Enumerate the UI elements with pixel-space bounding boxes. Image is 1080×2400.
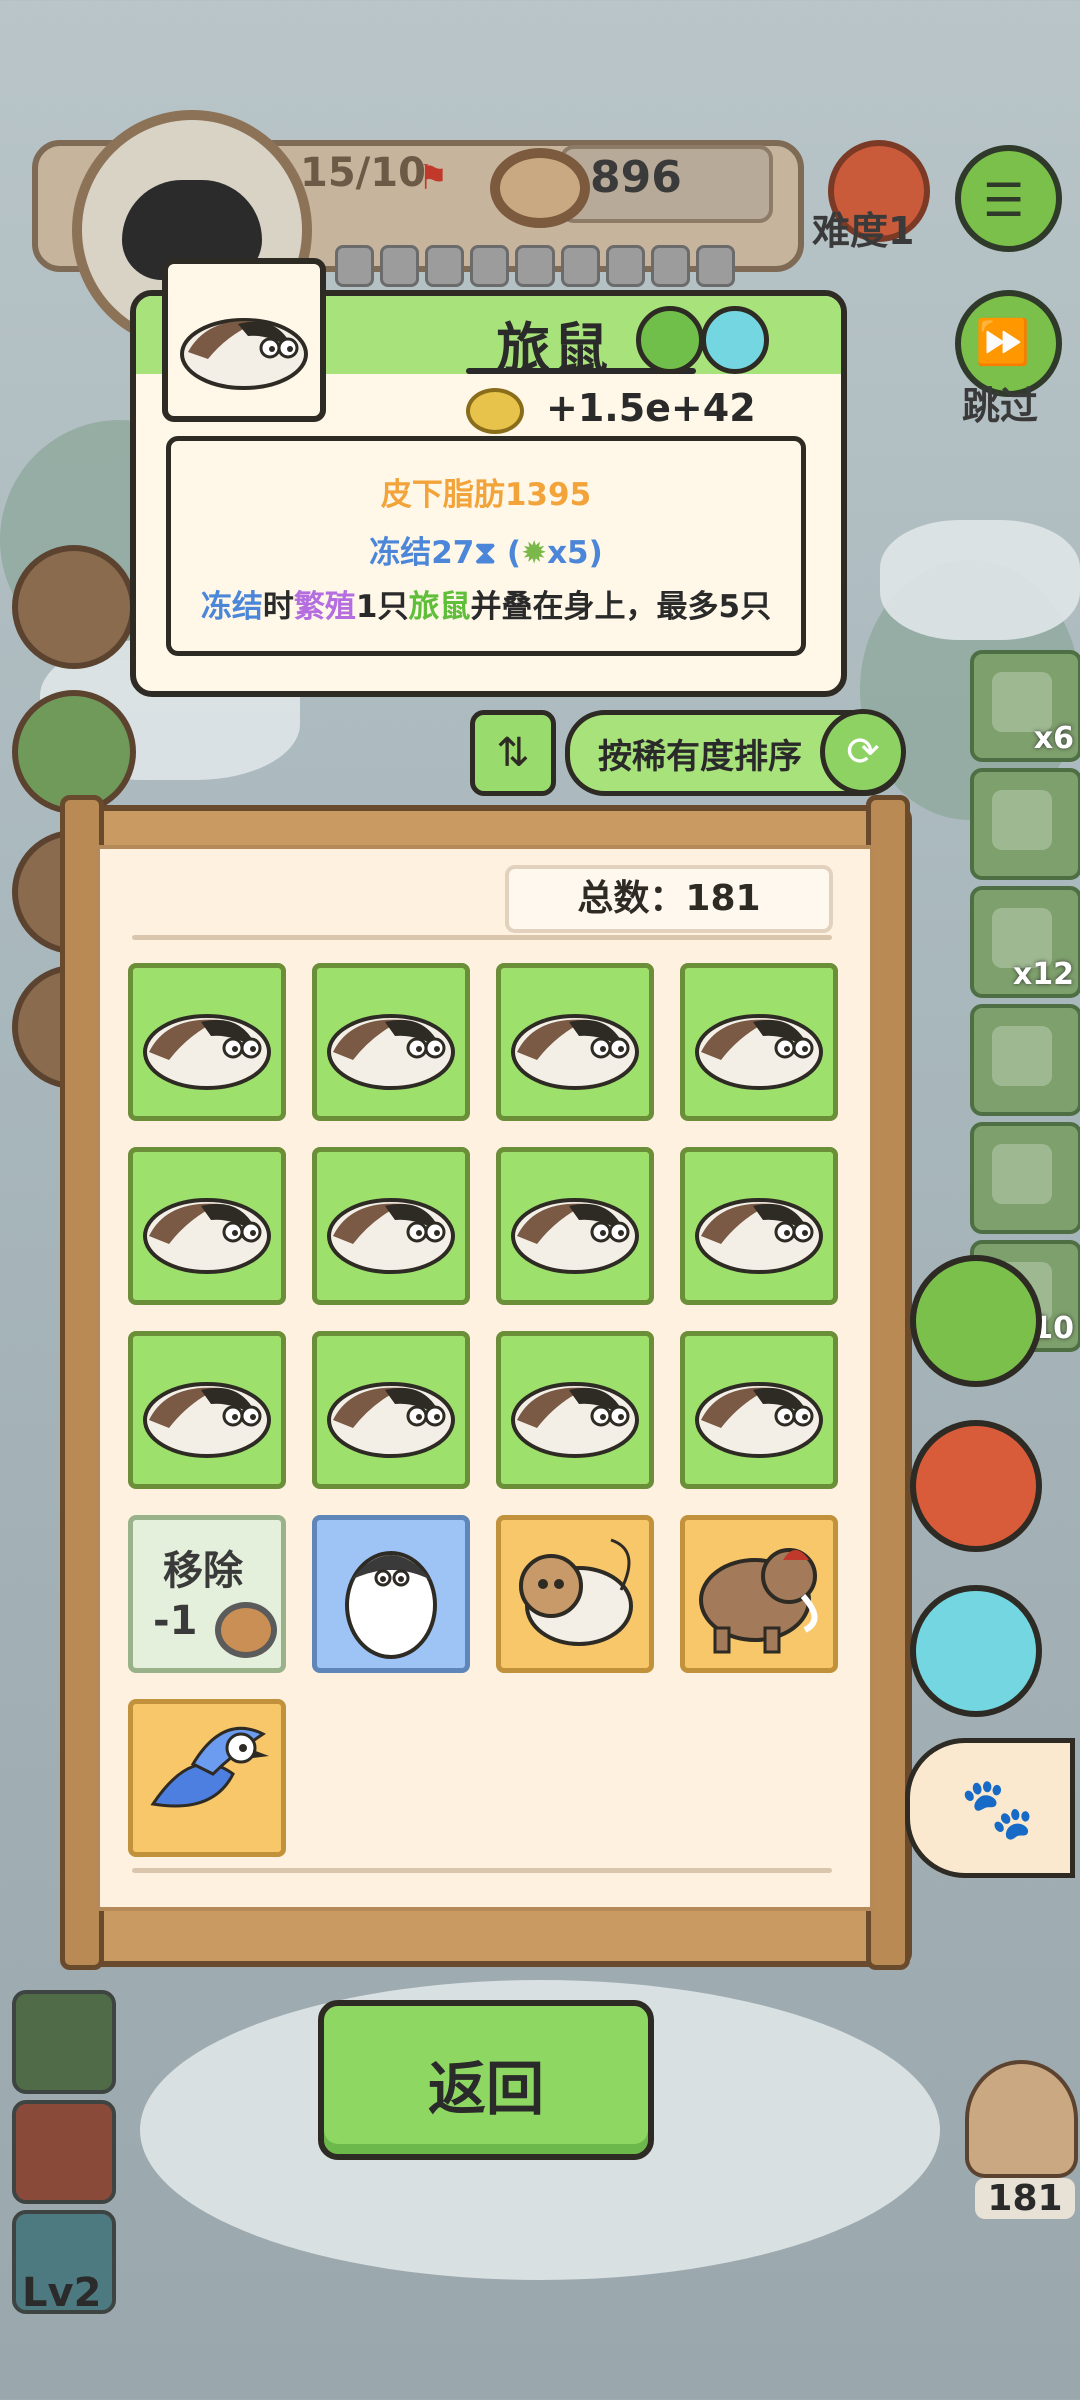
lemming-card[interactable] — [128, 1147, 286, 1305]
progress-bar — [335, 245, 735, 287]
mammoth-card[interactable] — [680, 1515, 838, 1673]
bird-icon — [133, 1726, 281, 1852]
side-item-3[interactable]: x12 — [970, 886, 1080, 998]
desc-line-ability: 冻结时繁殖1只旅鼠并叠在身上，最多5只 — [171, 581, 801, 626]
lemming-card[interactable] — [312, 1147, 470, 1305]
lemming-icon — [317, 1014, 465, 1116]
menu-button[interactable]: ☰ — [955, 145, 1062, 252]
back-label: 返回 — [427, 2055, 544, 2123]
lemming-card[interactable] — [312, 963, 470, 1121]
lemming-icon — [317, 1382, 465, 1484]
animal-grid: 移除 -1 — [128, 963, 848, 1857]
green-filter-bubble[interactable] — [910, 1255, 1042, 1387]
lemming-icon — [685, 1382, 833, 1484]
sort-icon: ⇅ — [496, 730, 530, 776]
green-slot[interactable] — [12, 1990, 116, 2094]
ability-word-when: 时 — [262, 589, 294, 625]
desc-line-freeze: 冻结27⧗ (✹x5) — [171, 527, 801, 572]
ability-word-breed: 繁殖 — [293, 589, 356, 625]
back-button[interactable]: 返回 — [318, 2000, 654, 2160]
lemming-icon — [133, 1198, 281, 1300]
menu-icon: ☰ — [983, 173, 1025, 227]
owl-count: 181 — [975, 2178, 1075, 2219]
paw-icon: 🐾 — [960, 1774, 1035, 1844]
freeze-text: 冻结27⧗ ( — [369, 535, 522, 571]
green-tag-icon — [636, 306, 704, 374]
fast-forward-icon: ⏩ — [975, 317, 1030, 368]
detail-thumbnail — [162, 258, 326, 422]
bowl-icon — [215, 1602, 277, 1658]
power-value: +1.5e+42 — [546, 386, 756, 430]
side-item-5[interactable] — [970, 1122, 1080, 1234]
lemming-icon — [501, 1382, 649, 1484]
star-paw-icon: ✹ — [521, 535, 548, 571]
ability-word-lemming: 旅鼠 — [408, 589, 471, 625]
remove-card[interactable]: 移除 -1 — [128, 1515, 286, 1673]
total-value: 181 — [685, 878, 761, 919]
total-label: 总数： — [577, 878, 686, 919]
mammoth-icon — [685, 1548, 833, 1668]
sort-direction-button[interactable]: ⇅ — [470, 710, 556, 796]
penguin-card[interactable] — [312, 1515, 470, 1673]
lemming-icon — [133, 1382, 281, 1484]
snowglobe-icon — [992, 790, 1052, 850]
lemming-card[interactable] — [496, 963, 654, 1121]
population-counter: 15/10 — [300, 150, 426, 196]
lemming-card[interactable] — [496, 1147, 654, 1305]
divider-top — [132, 935, 832, 940]
freeze-count: x5) — [547, 535, 603, 571]
cyan-filter-bubble[interactable] — [910, 1585, 1042, 1717]
remove-cost: -1 — [153, 1598, 198, 1644]
owl-icon[interactable] — [965, 2060, 1078, 2178]
sort-label: 按稀有度排序 — [598, 737, 802, 777]
side-item-count: x6 — [1033, 721, 1074, 756]
remove-label: 移除 — [163, 1548, 243, 1594]
refresh-icon: ⟳ — [820, 709, 906, 795]
lemming-card[interactable] — [680, 963, 838, 1121]
cyan-tag-icon — [701, 306, 769, 374]
lemming-card[interactable] — [680, 1331, 838, 1489]
total-count: 总数：181 — [505, 865, 833, 933]
ability-word-freeze: 冻结 — [200, 589, 263, 625]
lemming-icon — [685, 1198, 833, 1300]
lemming-icon — [501, 1014, 649, 1116]
flag-icon: ⚑ — [418, 158, 449, 198]
lemming-icon — [501, 1198, 649, 1300]
left-tool-1[interactable] — [12, 545, 136, 669]
hamster-card[interactable] — [496, 1515, 654, 1673]
hamster-icon — [501, 1538, 649, 1668]
penguin-icon — [317, 1551, 465, 1668]
bowl-icon — [490, 148, 590, 228]
coin-icon — [466, 388, 524, 434]
card-icon — [992, 1026, 1052, 1086]
side-item-4[interactable] — [970, 1004, 1080, 1116]
difficulty-label: 难度1 — [812, 209, 915, 253]
side-item-2[interactable] — [970, 768, 1080, 880]
side-item-1[interactable]: x6 — [970, 650, 1080, 762]
lemming-card[interactable] — [128, 1331, 286, 1489]
ticket-icon — [992, 1144, 1052, 1204]
lemming-icon — [180, 318, 308, 390]
paw-tab[interactable]: 🐾 — [905, 1738, 1075, 1878]
bird-card[interactable] — [128, 1699, 286, 1857]
food-counter: 896 — [590, 152, 682, 203]
desc-line-fat: 皮下脂肪1395 — [380, 477, 592, 513]
lemming-icon — [685, 1014, 833, 1116]
lemming-card[interactable] — [128, 963, 286, 1121]
ability-word-rest: 并叠在身上，最多5只 — [470, 589, 772, 625]
lemming-icon — [317, 1198, 465, 1300]
lemming-card[interactable] — [680, 1147, 838, 1305]
red-slot[interactable] — [12, 2100, 116, 2204]
sort-by-rarity-button[interactable]: 按稀有度排序 ⟳ — [565, 709, 906, 796]
level-label: Lv2 — [22, 2270, 102, 2316]
side-item-count: x12 — [1012, 957, 1074, 992]
skip-label: 跳过 — [962, 384, 1039, 428]
lemming-card[interactable] — [312, 1331, 470, 1489]
lemming-card[interactable] — [496, 1331, 654, 1489]
red-filter-bubble[interactable] — [910, 1420, 1042, 1552]
ability-word-one: 1只 — [355, 589, 409, 625]
description-box: 皮下脂肪1395 冻结27⧗ (✹x5) 冻结时繁殖1只旅鼠并叠在身上，最多5只 — [166, 436, 806, 656]
divider-bottom — [132, 1868, 832, 1873]
lemming-icon — [133, 1014, 281, 1116]
